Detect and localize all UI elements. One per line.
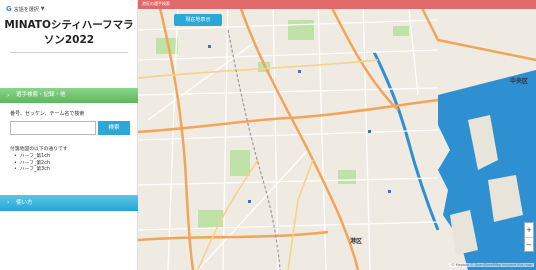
search-panel-header-label: 選手検索・記録・他 [16,92,66,98]
chevron-icon: › [7,199,10,206]
zoom-control: + − [524,222,534,252]
language-selector[interactable]: G 言語を選択 ▼ [6,4,45,14]
current-location-button[interactable]: 現在地表示 [174,14,222,26]
sidebar: G 言語を選択 ▼ MINATOシティハーフマラソン2022 › 選手検索・記録… [0,0,138,270]
page-title: MINATOシティハーフマラソン2022 [4,19,134,46]
chevron-down-icon: ▼ [40,6,45,12]
howto-header[interactable]: › 使い方 [0,195,138,211]
divider [10,52,128,53]
map-topbar: 港区の選手検索 [138,0,536,9]
language-selector-label: 言語を選択 [13,6,39,13]
howto-header-label: 使い方 [16,200,33,206]
route-item[interactable]: ハーフ_第1ch [14,154,50,161]
map-view[interactable]: 港区の選手検索 現在地表示 中央区 港区 + − © Mapbox © Open… [138,0,536,270]
search-button[interactable]: 検索 [98,121,130,135]
route-item[interactable]: ハーフ_第3ch [14,167,50,174]
route-hint: 付箋地図の以下の通りです [10,147,68,152]
map-attribution[interactable]: © Mapbox © OpenStreetMap Improve this ma… [449,263,534,267]
search-panel-header[interactable]: › 選手検索・記録・他 [0,88,138,103]
district-label-chuo: 中央区 [510,78,529,85]
map-canvas[interactable] [138,0,536,270]
zoom-in-button[interactable]: + [525,223,533,237]
map-topbar-text: 港区の選手検索 [142,1,170,6]
search-label: 番号、ゼッケン、チーム名で検索 [10,111,85,117]
route-list: ハーフ_第1ch ハーフ_第2ch ハーフ_第3ch [14,154,50,174]
google-translate-icon: G [6,5,12,13]
zoom-out-button[interactable]: − [525,238,533,252]
district-label-minato: 港区 [350,238,363,245]
search-input[interactable] [10,121,96,135]
chevron-icon: › [7,92,10,99]
